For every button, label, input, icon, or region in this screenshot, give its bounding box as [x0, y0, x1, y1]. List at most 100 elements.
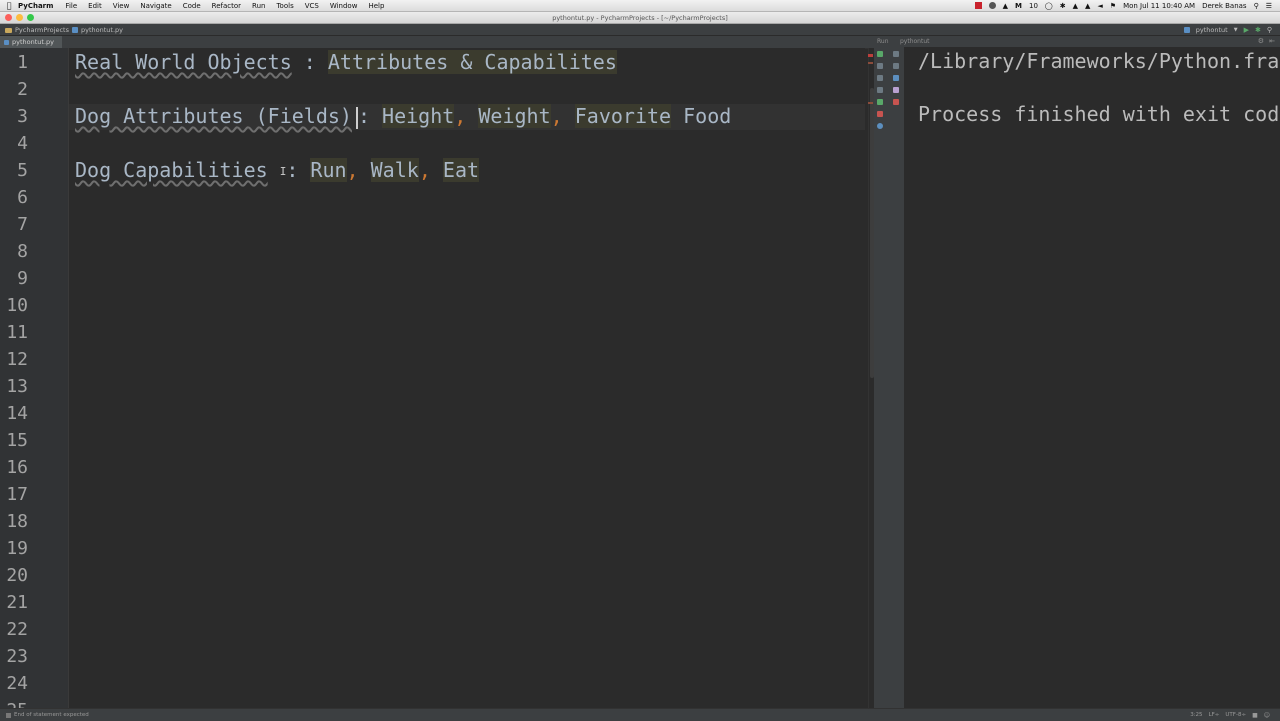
breadcrumb-project-label: PycharmProjects [15, 26, 69, 34]
status-message-text: End of statement expected [14, 712, 89, 718]
pin-tab-icon[interactable] [877, 99, 883, 105]
run-console[interactable]: /Library/Frameworks/Python.framework Pro… [904, 47, 1280, 702]
line-number: 14 [6, 403, 28, 424]
python-file-icon [72, 27, 78, 33]
scroll-down-icon[interactable] [893, 63, 899, 69]
bluetooth-icon[interactable]: ✱ [1060, 2, 1066, 10]
caret-position[interactable]: 3:25 [1190, 712, 1202, 719]
status-message: End of statement expected [6, 712, 89, 718]
rerun-icon[interactable] [877, 51, 883, 57]
line-number: 16 [6, 457, 28, 478]
menu-window[interactable]: Window [330, 2, 358, 10]
error-stripe-marker[interactable] [868, 54, 873, 57]
line-number: 7 [17, 214, 28, 235]
stop-icon[interactable] [877, 63, 883, 69]
code-separator: : [286, 158, 299, 182]
menu-refactor[interactable]: Refactor [212, 2, 241, 10]
debug-icon[interactable]: ✱ [1255, 26, 1261, 34]
battery-icon[interactable]: M [1015, 2, 1022, 10]
pause-icon[interactable] [877, 75, 883, 81]
line-number: 10 [6, 295, 28, 316]
run-config-select[interactable]: pythontut [1196, 26, 1228, 34]
warning-stripe-marker[interactable] [868, 62, 873, 64]
breadcrumb-file[interactable]: pythontut.py [72, 26, 123, 34]
inspector-icon[interactable]: ☺ [1264, 712, 1270, 719]
status-bar: End of statement expected 3:25 LF÷ UTF-8… [0, 708, 1280, 721]
scroll-up-icon[interactable] [893, 51, 899, 57]
line-number: 15 [6, 430, 28, 451]
line-number: 17 [6, 484, 28, 505]
code-line-5: Dog Capabilities I: Run, Walk, Eat [75, 158, 480, 182]
drive-icon[interactable]: ▲ [1003, 2, 1008, 10]
menu-bar:  PyCharm File Edit View Navigate Code R… [0, 0, 1280, 12]
line-number: 23 [6, 646, 28, 667]
file-encoding[interactable]: UTF-8÷ [1225, 712, 1246, 719]
notification-center-icon[interactable]: ☰ [1266, 2, 1272, 10]
spotlight-icon[interactable]: ⚲ [1254, 2, 1259, 10]
flag-icon[interactable]: ⚑ [1110, 2, 1116, 10]
restore-layout-icon[interactable] [877, 87, 883, 93]
clear-all-icon[interactable] [893, 99, 899, 105]
lock-icon[interactable]: ■ [1252, 712, 1258, 719]
wifi-icon[interactable]: ▲ [1085, 2, 1090, 10]
search-everywhere-icon[interactable]: ⚲ [1267, 26, 1272, 34]
volume-icon[interactable]: ◄ [1097, 2, 1102, 10]
upload-icon[interactable]: ▲ [1073, 2, 1078, 10]
menu-code[interactable]: Code [183, 2, 201, 10]
sync-icon[interactable] [988, 2, 996, 9]
chevron-down-icon[interactable]: ▼ [1234, 27, 1238, 33]
run-toolbar [874, 47, 904, 708]
panel-toggle-icon[interactable] [6, 712, 11, 718]
window-title: pythontut.py - PycharmProjects - [~/Pych… [552, 14, 728, 22]
apple-icon[interactable]:  [0, 1, 18, 10]
code-line-3: Dog Attributes (Fields): Height, Weight,… [75, 104, 731, 129]
line-number: 9 [17, 268, 28, 289]
window-title-bar: pythontut.py - PycharmProjects - [~/Pych… [0, 12, 1280, 24]
time-machine-icon[interactable]: ◯ [1045, 2, 1053, 10]
menu-tools[interactable]: Tools [276, 2, 293, 10]
folder-icon [5, 27, 12, 33]
menu-edit[interactable]: Edit [88, 2, 102, 10]
console-line: /Library/Frameworks/Python.framework [918, 49, 1280, 73]
line-number: 19 [6, 538, 28, 559]
run-controls: pythontut ▼ ▶ ✱ ⚲ [1183, 26, 1272, 34]
breadcrumb-project[interactable]: PycharmProjects [5, 26, 69, 34]
line-number: 12 [6, 349, 28, 370]
code-value: Favorite [574, 104, 672, 128]
code-comma: , [418, 158, 431, 182]
hide-panel-icon[interactable]: ⇤ [1269, 37, 1275, 45]
clock[interactable]: Mon Jul 11 10:40 AM [1123, 2, 1195, 10]
menu-app-name[interactable]: PyCharm [18, 2, 53, 10]
menu-help[interactable]: Help [368, 2, 384, 10]
soft-wrap-icon[interactable] [893, 75, 899, 81]
user-name[interactable]: Derek Banas [1202, 2, 1246, 10]
record-icon[interactable] [974, 2, 982, 9]
settings-icon[interactable]: ⚙ [1258, 37, 1264, 45]
menu-vcs[interactable]: VCS [305, 2, 319, 10]
run-panel-header: Run pythontut ⚙ ⇤ [874, 36, 1280, 47]
code-value: Run [310, 158, 347, 182]
line-number: 1 [17, 52, 28, 73]
print-icon[interactable] [893, 87, 899, 93]
battery-count: 10 [1028, 1, 1038, 10]
close-run-icon[interactable] [877, 111, 883, 117]
menu-navigate[interactable]: Navigate [140, 2, 171, 10]
run-tab-label[interactable]: pythontut [900, 38, 930, 45]
navigation-bar: PycharmProjects pythontut.py pythontut ▼… [0, 24, 1280, 36]
line-separator[interactable]: LF÷ [1209, 712, 1220, 719]
code-line-1: Real World Objects : Attributes & Capabi… [75, 50, 617, 74]
run-icon[interactable]: ▶ [1244, 26, 1249, 34]
help-icon[interactable] [877, 123, 883, 129]
menu-run[interactable]: Run [252, 2, 265, 10]
menu-view[interactable]: View [113, 2, 130, 10]
warning-stripe-marker[interactable] [868, 102, 873, 104]
line-number: 4 [17, 133, 28, 154]
line-number: 21 [6, 592, 28, 613]
code-editor[interactable]: Real World Objects : Attributes & Capabi… [69, 48, 865, 708]
menu-file[interactable]: File [65, 2, 77, 10]
line-number: 24 [6, 673, 28, 694]
code-value: Food [683, 104, 732, 128]
line-number: 18 [6, 511, 28, 532]
code-value: Walk [370, 158, 419, 182]
editor-tab-pythontut[interactable]: pythontut.py [0, 36, 62, 48]
